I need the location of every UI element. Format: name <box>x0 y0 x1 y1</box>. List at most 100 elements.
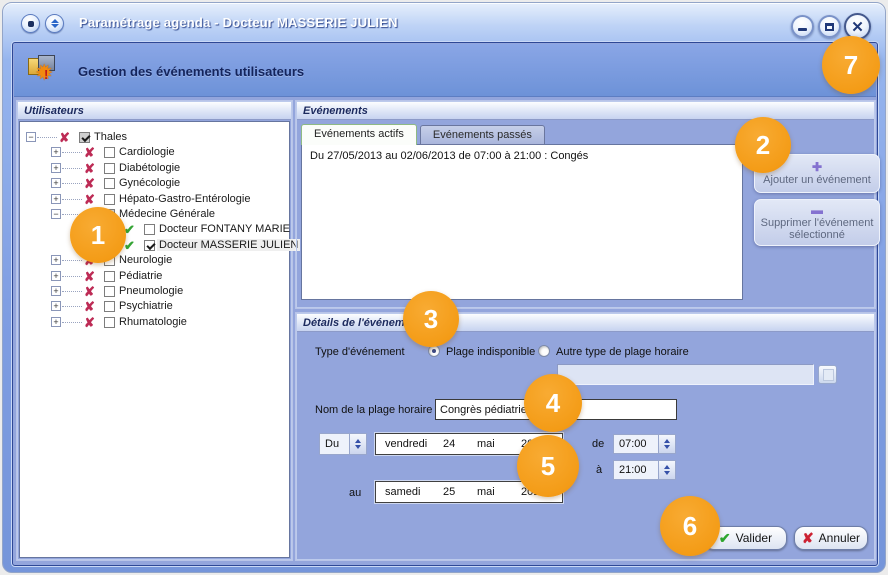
expand-plus-icon[interactable]: + <box>51 255 61 265</box>
tree-connector <box>62 322 82 323</box>
callout-5: 5 <box>517 435 579 497</box>
expand-plus-icon[interactable]: + <box>51 194 61 204</box>
start-time-spinner[interactable]: 07:00 <box>613 434 676 454</box>
tree-item-pneumologie[interactable]: +✘Pneumologie <box>20 284 289 299</box>
tree-label[interactable]: Thales <box>92 131 129 143</box>
expand-plus-icon[interactable]: + <box>51 317 61 327</box>
expand-plus-icon[interactable]: + <box>51 271 61 281</box>
tree-item-gyn-cologie[interactable]: +✘Gynécologie <box>20 176 289 191</box>
tree-item-rhumatologie[interactable]: + ✘ Rhumatologie <box>20 315 289 330</box>
expand-plus-icon[interactable]: + <box>51 286 61 296</box>
end-time-spinner-icon[interactable] <box>658 461 675 479</box>
callout-2: 2 <box>735 117 791 173</box>
cancel-label: Annuler <box>819 531 860 545</box>
expand-plus-icon[interactable]: + <box>51 163 61 173</box>
red-x-icon: ✘ <box>84 315 95 330</box>
tree-item-psychiatrie[interactable]: +✘Psychiatrie <box>20 299 289 314</box>
collapse-minus-icon[interactable]: − <box>51 209 61 219</box>
start-date-weekday: vendredi <box>385 438 443 450</box>
tree-checkbox[interactable] <box>144 240 155 251</box>
events-manager-icon: ✹! <box>27 54 61 88</box>
radio-autre-type-label[interactable]: Autre type de plage horaire <box>556 346 689 358</box>
up-down-arrows-icon <box>51 19 59 28</box>
end-date-day: 25 <box>443 486 477 498</box>
events-list[interactable]: Du 27/05/2013 au 02/06/2013 de 07:00 à 2… <box>301 144 743 300</box>
end-time-spinner[interactable]: 21:00 <box>613 460 676 480</box>
callout-6: 6 <box>660 496 720 556</box>
tree-checkbox[interactable] <box>104 301 115 312</box>
tree-connector <box>62 276 82 277</box>
tree-label[interactable]: Diabétologie <box>117 162 182 174</box>
start-date-month: mai <box>477 438 521 450</box>
minimize-button[interactable] <box>791 15 814 38</box>
green-check-icon: ✔ <box>719 530 731 547</box>
tree-label[interactable]: Docteur MASSERIE JULIEN <box>157 239 300 251</box>
tree-checkbox[interactable] <box>79 132 90 143</box>
tree-item-m-decine-g-n-rale[interactable]: −✘Médecine Générale <box>20 207 289 222</box>
tree-item-docteur-fontany-marie[interactable]: ✔Docteur FONTANY MARIE <box>20 222 289 237</box>
tree-label[interactable]: Gynécologie <box>117 177 182 189</box>
plus-icon: ✚ <box>812 161 822 174</box>
tree-checkbox[interactable] <box>104 163 115 174</box>
red-x-icon: ✘ <box>84 145 95 160</box>
tree-item-h-pato-gastro-ent-rologie[interactable]: +✘Hépato-Gastro-Entérologie <box>20 192 289 207</box>
maximize-button[interactable] <box>818 15 841 38</box>
tree-item-docteur-masserie-julien[interactable]: ✔Docteur MASSERIE JULIEN <box>20 238 289 253</box>
tab-evenements-actifs[interactable]: Evénements actifs <box>301 124 417 145</box>
du-selector[interactable]: Du <box>319 433 367 455</box>
tree-connector <box>62 306 82 307</box>
event-item[interactable]: Du 27/05/2013 au 02/06/2013 de 07:00 à 2… <box>302 145 742 162</box>
tree-connector <box>62 152 82 153</box>
tree-label[interactable]: Docteur FONTANY MARIE <box>157 223 292 235</box>
tree-checkbox[interactable] <box>144 224 155 235</box>
cancel-button[interactable]: ✘ Annuler <box>794 526 868 550</box>
tree-item-thales[interactable]: −✘Thales <box>20 130 289 145</box>
du-spinner-icon[interactable] <box>349 434 366 454</box>
other-type-browse-button[interactable] <box>818 365 837 384</box>
tree-label[interactable]: Rhumatologie <box>117 316 189 328</box>
callout-7: 7 <box>822 36 880 94</box>
tree-checkbox[interactable] <box>104 271 115 282</box>
tree-label[interactable]: Pédiatrie <box>117 270 164 282</box>
tree-checkbox[interactable] <box>104 317 115 328</box>
tree-checkbox[interactable] <box>104 178 115 189</box>
details-panel-title: Détails de l'événement <box>297 314 874 332</box>
tree-connector <box>62 260 82 261</box>
de-label: de <box>592 438 604 450</box>
events-tabbar: Evénements actifsEvénements passés <box>301 123 545 145</box>
tab-evenements-passes[interactable]: Evénements passés <box>420 125 545 145</box>
other-type-field[interactable] <box>557 364 814 385</box>
tree-item-p-diatrie[interactable]: +✘Pédiatrie <box>20 269 289 284</box>
expand-plus-icon[interactable]: + <box>51 178 61 188</box>
tree-checkbox[interactable] <box>104 286 115 297</box>
tree-label[interactable]: Cardiologie <box>117 146 177 158</box>
end-date-month: mai <box>477 486 521 498</box>
tree-item-neurologie[interactable]: +✘Neurologie <box>20 253 289 268</box>
tree-item-cardiologie[interactable]: + ✘ Cardiologie <box>20 145 289 160</box>
collapse-minus-icon[interactable]: − <box>26 132 36 142</box>
app-header: ✹! Gestion des événements utilisateurs <box>14 44 876 97</box>
tree-connector <box>62 183 82 184</box>
tree-label[interactable]: Neurologie <box>117 254 174 266</box>
app-window: Paramétrage agenda - Docteur MASSERIE JU… <box>2 2 886 573</box>
minus-icon: ▬ <box>811 204 823 217</box>
delete-event-button[interactable]: ▬ Supprimer l'événement sélectionné <box>754 199 880 246</box>
tree-label[interactable]: Psychiatrie <box>117 300 175 312</box>
window-rollup-button[interactable] <box>45 14 64 33</box>
tree-checkbox[interactable] <box>104 194 115 205</box>
radio-autre-type[interactable] <box>538 345 550 357</box>
tree-item-diab-tologie[interactable]: +✘Diabétologie <box>20 161 289 176</box>
minimize-icon <box>798 28 807 31</box>
start-time-spinner-icon[interactable] <box>658 435 675 453</box>
tree-label[interactable]: Médecine Générale <box>117 208 217 220</box>
delete-event-label-line1: Supprimer l'événement <box>761 217 874 229</box>
expand-plus-icon[interactable]: + <box>51 301 61 311</box>
tree-checkbox[interactable] <box>104 147 115 158</box>
radio-plage-indisponible-label[interactable]: Plage indisponible <box>446 346 535 358</box>
users-panel-title: Utilisateurs <box>18 102 291 120</box>
window-menu-button[interactable] <box>21 14 40 33</box>
tree-label[interactable]: Pneumologie <box>117 285 185 297</box>
tree-label[interactable]: Hépato-Gastro-Entérologie <box>117 193 252 205</box>
expand-plus-icon[interactable]: + <box>51 147 61 157</box>
du-selector-value: Du <box>320 434 349 454</box>
